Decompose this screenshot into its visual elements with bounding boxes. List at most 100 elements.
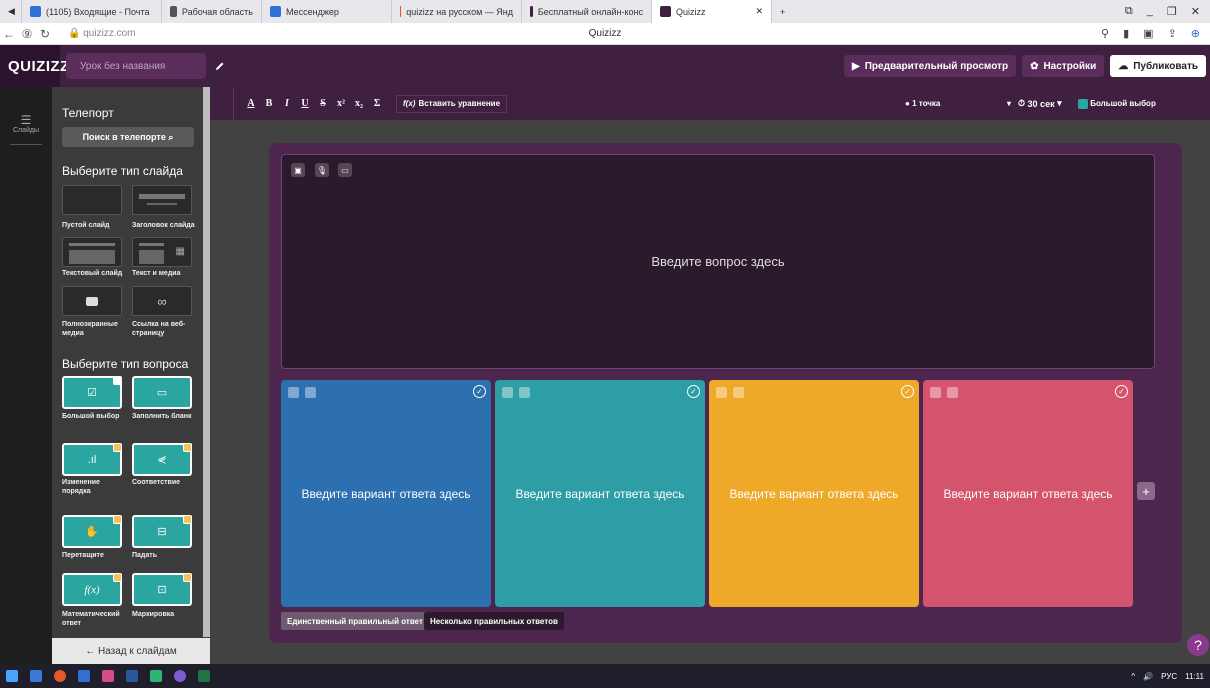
checkbox-icon bbox=[1078, 98, 1088, 109]
taskbar-app-icon[interactable] bbox=[120, 664, 144, 688]
url-field[interactable]: 🔒 quizizz.com bbox=[68, 28, 135, 39]
back-to-slides-button[interactable]: ← Назад к слайдам bbox=[52, 638, 210, 664]
correct-check-icon[interactable]: ✓ bbox=[473, 385, 486, 398]
edit-pencil-icon[interactable] bbox=[212, 58, 228, 74]
answer-option-4[interactable]: ✓ Введите вариант ответа здесь bbox=[923, 380, 1133, 607]
symbol-button[interactable]: Σ bbox=[368, 98, 386, 109]
delete-icon[interactable] bbox=[288, 387, 299, 398]
text-color-button[interactable]: A bbox=[242, 98, 260, 109]
strikethrough-button[interactable]: S bbox=[314, 98, 332, 109]
yandex-icon[interactable]: ⑨ bbox=[18, 27, 36, 41]
multiple-answers-toggle[interactable]: Несколько правильных ответов bbox=[424, 612, 564, 630]
slide-type-fullscreen-media[interactable] bbox=[62, 286, 122, 316]
taskbar-app-icon[interactable] bbox=[72, 664, 96, 688]
delete-icon[interactable] bbox=[502, 387, 513, 398]
qtype-math-response[interactable]: f(x) bbox=[62, 573, 122, 606]
browser-tab[interactable]: Бесплатный онлайн-конс bbox=[522, 0, 652, 23]
gear-icon: ✿ bbox=[1030, 60, 1039, 72]
clock[interactable]: 11:11 bbox=[1185, 672, 1204, 681]
delete-icon[interactable] bbox=[716, 387, 727, 398]
points-select[interactable]: ● 1 точка ▾ bbox=[905, 87, 1011, 120]
answer-option-1[interactable]: ✓ Введите вариант ответа здесь bbox=[281, 380, 491, 607]
question-input[interactable]: ▣ 🎙 ▭ Введите вопрос здесь bbox=[281, 154, 1155, 369]
windows-start-icon[interactable] bbox=[0, 664, 24, 688]
shop-icon[interactable]: ▣ bbox=[1143, 27, 1153, 40]
taskbar-app-icon[interactable] bbox=[48, 664, 72, 688]
restore-icon[interactable]: ❐ bbox=[1167, 5, 1177, 18]
image-icon[interactable]: ▣ bbox=[291, 163, 305, 177]
image-icon[interactable] bbox=[947, 387, 958, 398]
reload-icon[interactable]: ↻ bbox=[36, 27, 54, 41]
premium-badge-icon bbox=[113, 515, 122, 524]
answer-option-2[interactable]: ✓ Введите вариант ответа здесь bbox=[495, 380, 705, 607]
slide-type-title[interactable] bbox=[132, 185, 192, 215]
browser-tab[interactable]: (1105) Входящие - Почта bbox=[22, 0, 162, 23]
correct-check-icon[interactable]: ✓ bbox=[687, 385, 700, 398]
audio-icon[interactable]: 🎙 bbox=[315, 163, 329, 177]
time-select[interactable]: ⏱ 30 сек ▾ bbox=[1018, 87, 1062, 120]
slide-type-weblink[interactable]: ∞ bbox=[132, 286, 192, 316]
add-answer-button[interactable]: + bbox=[1137, 482, 1155, 500]
image-icon[interactable] bbox=[733, 387, 744, 398]
volume-icon[interactable]: 🔊 bbox=[1143, 672, 1153, 681]
underline-button[interactable]: U bbox=[296, 98, 314, 109]
italic-button[interactable]: I bbox=[278, 98, 296, 109]
extension-icon[interactable]: ⚲ bbox=[1101, 27, 1109, 40]
answer-option-3[interactable]: ✓ Введите вариант ответа здесь bbox=[709, 380, 919, 607]
superscript-button[interactable]: x² bbox=[332, 98, 350, 109]
taskbar-app-icon[interactable] bbox=[96, 664, 120, 688]
video-icon[interactable]: ▭ bbox=[338, 163, 352, 177]
close-tab-icon[interactable]: ✕ bbox=[755, 6, 763, 17]
tabs-icon[interactable]: ⧉ bbox=[1125, 5, 1133, 18]
panel-scrollbar[interactable] bbox=[203, 87, 210, 637]
close-window-icon[interactable]: ✕ bbox=[1191, 5, 1200, 18]
taskbar-app-icon[interactable] bbox=[144, 664, 168, 688]
browser-tab[interactable]: Мессенджер bbox=[262, 0, 392, 23]
insert-equation-button[interactable]: f(x) Вставить уравнение bbox=[396, 94, 508, 113]
rail-divider bbox=[10, 144, 42, 145]
new-tab-icon[interactable]: + bbox=[772, 0, 793, 23]
preview-button[interactable]: ▶ Предварительный просмотр bbox=[844, 55, 1017, 77]
back-history-icon[interactable]: ◀ bbox=[0, 0, 22, 23]
slides-icon[interactable]: ☰ bbox=[0, 113, 52, 127]
browser-tab[interactable]: quizizz на русском — Янд bbox=[392, 0, 522, 23]
taskbar-app-icon[interactable] bbox=[24, 664, 48, 688]
settings-button[interactable]: ✿ Настройки bbox=[1022, 55, 1105, 77]
slide-type-text-media[interactable]: ▦ bbox=[132, 237, 192, 267]
correct-check-icon[interactable]: ✓ bbox=[1115, 385, 1128, 398]
single-answer-toggle[interactable]: Единственный правильный ответ bbox=[281, 612, 429, 630]
minimize-icon[interactable]: _ bbox=[1147, 5, 1153, 18]
qtype-multiple-choice[interactable]: ☑ bbox=[62, 376, 122, 409]
bookmark-icon[interactable]: ▮ bbox=[1123, 27, 1129, 40]
taskbar-app-icon[interactable] bbox=[168, 664, 192, 688]
download-icon[interactable]: ⊕ bbox=[1191, 27, 1200, 40]
share-icon[interactable]: ⇪ bbox=[1168, 27, 1177, 40]
help-button[interactable]: ? bbox=[1187, 634, 1209, 656]
browser-tab[interactable]: Рабочая область bbox=[162, 0, 262, 23]
quizizz-logo[interactable]: QUIZIZZ bbox=[0, 45, 69, 87]
taskbar-app-icon[interactable] bbox=[192, 664, 216, 688]
lesson-name-input[interactable]: Урок без названия bbox=[66, 53, 206, 79]
slides-label[interactable]: Слайды bbox=[0, 127, 52, 134]
bold-button[interactable]: B bbox=[260, 98, 278, 109]
qtype-drag-drop[interactable]: ✋ bbox=[62, 515, 122, 548]
subscript-button[interactable]: x₂ bbox=[350, 98, 368, 109]
correct-check-icon[interactable]: ✓ bbox=[901, 385, 914, 398]
image-icon[interactable] bbox=[305, 387, 316, 398]
qtype-dropdown[interactable]: ⊟ bbox=[132, 515, 192, 548]
slide-type-text[interactable] bbox=[62, 237, 122, 267]
language-indicator[interactable]: РУС bbox=[1161, 672, 1177, 681]
qtype-labeling[interactable]: ⊡ bbox=[132, 573, 192, 606]
slide-type-blank[interactable] bbox=[62, 185, 122, 215]
qtype-reorder[interactable]: .ıl bbox=[62, 443, 122, 476]
tray-chevron-icon[interactable]: ^ bbox=[1131, 672, 1135, 681]
qtype-fill-blank[interactable]: ▭ bbox=[132, 376, 192, 409]
question-type-select[interactable]: Большой выбор bbox=[1078, 87, 1156, 120]
teleport-search-button[interactable]: Поиск в телепорте ⌕ bbox=[62, 127, 194, 147]
qtype-match[interactable]: ⋞ bbox=[132, 443, 192, 476]
publish-button[interactable]: ☁ Публиковать bbox=[1110, 55, 1206, 77]
back-icon[interactable]: ← bbox=[0, 27, 18, 41]
delete-icon[interactable] bbox=[930, 387, 941, 398]
browser-tab-active[interactable]: Quizizz ✕ bbox=[652, 0, 772, 23]
image-icon[interactable] bbox=[519, 387, 530, 398]
